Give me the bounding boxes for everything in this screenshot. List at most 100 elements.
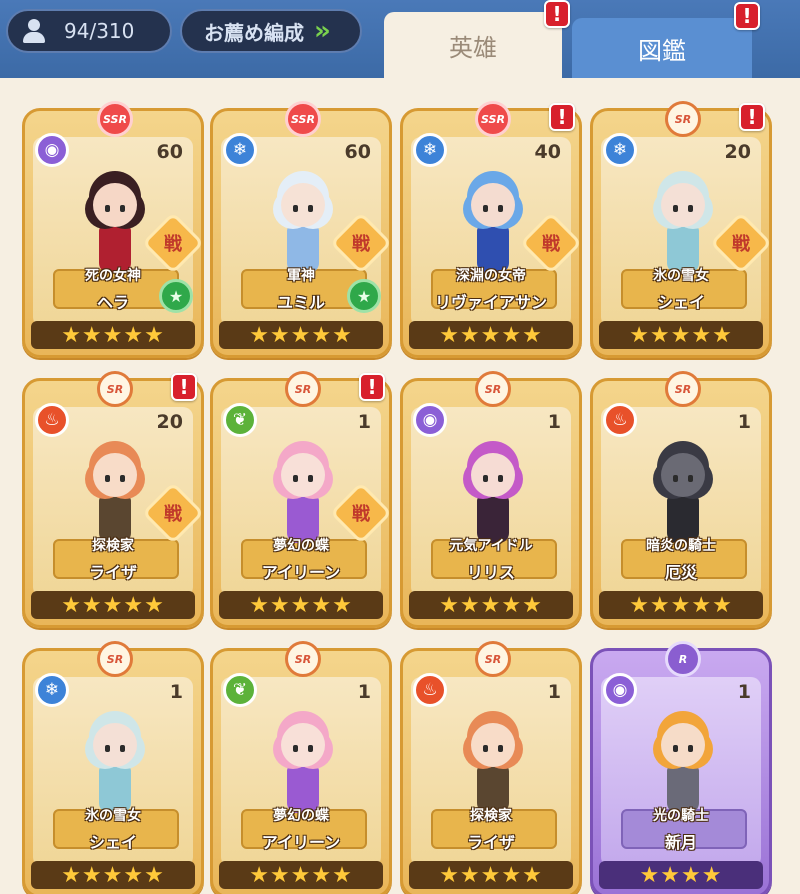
hero-level: 1 [547,681,561,703]
battle-badge-label: 戦 [352,234,370,255]
hero-title: 氷の雪女 [653,268,709,284]
water-element-icon: ❄ [35,673,69,707]
tab-heroes-label: 英雄 [449,33,497,62]
hero-card[interactable]: SSR ❄ 40 戦! 深淵の女帝 リヴァイアサン ★★★★★ [400,101,583,358]
hero-name: ライザ [466,833,515,852]
rarity-badge: SR [665,371,701,407]
hero-card[interactable]: SR ❄ 20 戦! 氷の雪女 シェイ ★★★★★ [590,101,773,358]
alert-icon: ! [739,103,765,131]
hero-head [471,453,515,497]
hero-star-rating: ★★★★★ [409,861,573,889]
hero-title: 暗炎の騎士 [646,538,716,554]
hero-card[interactable]: SR ♨ 1 探検家 ライザ ★★★★★ [400,641,582,894]
rarity-badge: SR [97,371,133,407]
hero-level: 20 [724,141,751,163]
hero-level: 1 [547,411,561,433]
recommend-team-button[interactable]: お薦め編成 » [180,9,362,53]
rarity-badge: SR [665,101,701,137]
alert-icon: ! [171,373,197,401]
hero-head [661,723,705,767]
hero-name: アイリーン [261,833,341,852]
hero-star-rating: ★★★★★ [219,591,383,619]
hero-title: 元気アイドル [449,538,533,554]
hero-head [471,723,515,767]
wind-element-icon: ❦ [223,673,257,707]
hero-head [471,183,515,227]
rarity-badge: SR [475,371,511,407]
alert-icon: ! [359,373,385,401]
hero-star-rating: ★★★★★ [599,321,763,349]
rarity-badge: SR [285,371,321,407]
rarity-badge: SSR [285,101,321,137]
hero-title: 光の騎士 [653,808,709,824]
tab-codex[interactable]: 図鑑 ! [572,2,760,78]
hero-head [281,723,325,767]
hero-count-pill: 94/310 [6,9,172,53]
tab-heroes[interactable]: 英雄 ! [384,0,570,78]
rarity-badge: SR [97,641,133,677]
hero-name: 厄災 [664,563,697,582]
hero-card[interactable]: SSR ◉ 60 戦 ★ 死の女神 ヘラ ★★★★★ [22,101,205,358]
hero-star-rating: ★★★★★ [31,321,195,349]
battle-badge-label: 戦 [542,234,560,255]
wind-element-icon: ❦ [223,403,257,437]
hero-title: 深淵の女帝 [456,268,526,284]
battle-badge-label: 戦 [352,504,370,525]
hero-title: 夢幻の蝶 [273,808,329,824]
hero-level: 60 [156,141,183,163]
hero-name: ライザ [88,563,137,582]
double-chevron-right-icon: » [314,16,331,46]
hero-level: 1 [737,681,751,703]
hero-head [93,723,137,767]
hero-head [281,453,325,497]
hero-star-rating: ★★★★★ [219,861,383,889]
hero-level: 20 [156,411,183,433]
hero-head [93,453,137,497]
hero-name: シェイ [88,833,137,852]
fire-element-icon: ♨ [35,403,69,437]
battle-badge-label: 戦 [164,504,182,525]
hero-card[interactable]: SSR ❄ 60 戦 ★ 軍神 ユミル ★★★★★ [210,101,393,358]
battle-badge-label: 戦 [732,234,750,255]
hero-card[interactable]: SR ❦ 1 戦! 夢幻の蝶アイリーン ★★★★★ [210,371,393,628]
hero-title: 氷の雪女 [85,808,141,824]
hero-star-rating: ★★★★★ [409,591,573,619]
hero-count: 94/310 [64,19,135,43]
recommend-team-label: お薦め編成 [204,20,304,45]
hero-card[interactable]: SR ❄ 1 氷の雪女 シェイ ★★★★★ [22,641,204,894]
rarity-badge: R [665,641,701,677]
top-bar: 94/310 お薦め編成 » 英雄 ! 図鑑 ! [0,0,800,78]
fire-element-icon: ♨ [603,403,637,437]
hero-star-rating: ★★★★★ [409,321,573,349]
hero-grid: SSR ◉ 60 戦 ★ 死の女神 ヘラ ★★★★★ SSR ❄ 60 戦 ★ 軍神 ユミル ★★★★★ SSR… [0,78,800,894]
hero-level: 1 [357,681,371,703]
hero-card[interactable]: SR ◉ 1 元気アイドル リリス ★★★★★ [400,371,582,628]
hero-card[interactable]: R ◉ 1 光の騎士 新月 ★★★★ [590,641,772,894]
hero-head [93,183,137,227]
alert-icon: ! [734,2,760,30]
hero-title: 夢幻の蝶 [273,538,329,554]
water-element-icon: ❄ [223,133,257,167]
hero-card[interactable]: SR ♨ 1 暗炎の騎士 厄災 ★★★★★ [590,371,772,628]
hero-level: 1 [357,411,371,433]
dark-element-icon: ◉ [603,673,637,707]
hero-name: リヴァイアサン [434,293,547,312]
hero-card[interactable]: SR ❦ 1 夢幻の蝶アイリーン ★★★★★ [210,641,392,894]
hero-title: 死の女神 [85,268,141,284]
hero-name: アイリーン [261,563,341,582]
rarity-badge: SR [475,641,511,677]
hero-star-rating: ★★★★★ [219,321,383,349]
tab-codex-label: 図鑑 [638,36,686,65]
hero-card[interactable]: SR ♨ 20 戦! 探検家 ライザ ★★★★★ [22,371,205,628]
hero-level: 1 [737,411,751,433]
fire-element-icon: ♨ [413,673,447,707]
hero-head [281,183,325,227]
alert-icon: ! [544,0,570,28]
hero-head [661,453,705,497]
rarity-badge: SR [285,641,321,677]
hero-name: ヘラ [96,293,129,312]
dark-element-icon: ◉ [413,403,447,437]
hero-star-rating: ★★★★★ [31,861,195,889]
rarity-badge: SSR [97,101,133,137]
hero-level: 40 [534,141,561,163]
